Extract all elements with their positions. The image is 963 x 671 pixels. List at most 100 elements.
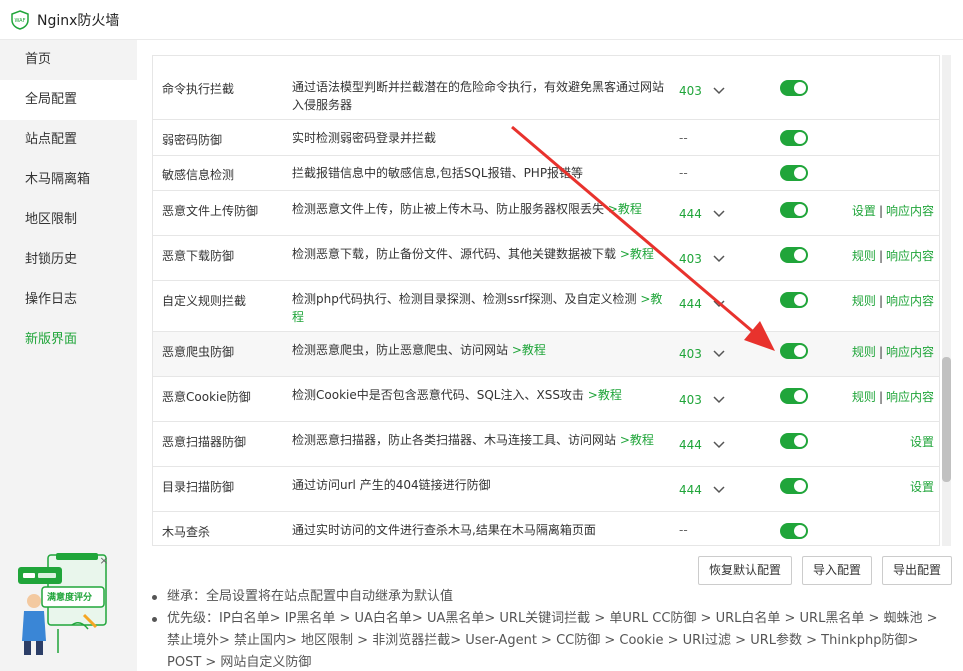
tutorial-link[interactable]: >教程 (608, 202, 642, 216)
rule-toggle[interactable] (780, 202, 808, 218)
rule-toggle[interactable] (780, 292, 808, 308)
response-content-link[interactable]: 响应内容 (886, 204, 934, 218)
rule-description: 检测php代码执行、检测目录探测、检测ssrf探测、及自定义检测 >教程 (292, 292, 663, 324)
table-scrollbar[interactable] (942, 55, 951, 546)
tutorial-link[interactable]: >教程 (620, 433, 654, 447)
sidebar-item-global-config[interactable]: 全局配置 (0, 80, 137, 120)
note-priority: 优先级：IP白名单> IP黑名单 > UA白名单> UA黑名单> URL关键词拦… (150, 608, 950, 671)
sidebar-item-operation-log[interactable]: 操作日志 (0, 280, 137, 320)
rules-link[interactable]: 规则 (852, 390, 876, 404)
table-row: 自定义规则拦截 检测php代码执行、检测目录探测、检测ssrf探测、及自定义检测… (153, 280, 939, 331)
sidebar-item-region-limit[interactable]: 地区限制 (0, 200, 137, 240)
rule-description: 拦截报错信息中的敏感信息,包括SQL报错、PHP报错等 (292, 166, 584, 180)
app-title: Nginx防火墙 (37, 12, 120, 29)
protection-table: 命令执行拦截 通过语法模型判断并拦截潜在的危险命令执行，有效避免黑客通过网站入侵… (152, 55, 940, 546)
table-row: 恶意爬虫防御 检测恶意爬虫，防止恶意爬虫、访问网站 >教程 403 规则 | 响应内… (153, 331, 939, 376)
rule-toggle[interactable] (780, 478, 808, 494)
rule-name: 弱密码防御 (162, 133, 223, 147)
response-content-link[interactable]: 响应内容 (886, 294, 934, 308)
rule-toggle[interactable] (780, 247, 808, 263)
response-code: 444 (679, 438, 702, 452)
feedback-illustration-icon (18, 553, 107, 655)
rule-description: 检测恶意下载，防止备份文件、源代码、其他关键数据被下载 >教程 (292, 247, 654, 261)
rule-description: 通过实时访问的文件进行查杀木马,结果在木马隔离箱页面 (292, 523, 596, 537)
chevron-down-icon[interactable] (712, 252, 726, 266)
tutorial-link[interactable]: >教程 (620, 247, 654, 261)
chevron-down-icon[interactable] (712, 347, 726, 361)
table-row: 恶意Cookie防御 检测Cookie中是否包含恶意代码、SQL注入、XSS攻击… (153, 376, 939, 421)
chevron-down-icon[interactable] (712, 207, 726, 221)
row-actions: 规则 | 响应内容 (851, 249, 934, 263)
rule-name: 命令执行拦截 (162, 82, 235, 96)
rule-toggle[interactable] (780, 80, 808, 96)
response-content-link[interactable]: 响应内容 (886, 249, 934, 263)
rule-name: 恶意下载防御 (162, 249, 235, 263)
rule-description: 通过访问url 产生的404链接进行防御 (292, 478, 491, 492)
note-inherit: 继承：全局设置将在站点配置中自动继承为默认值 (150, 586, 950, 608)
import-config-button[interactable]: 导入配置 (802, 556, 872, 585)
rule-description: 检测恶意扫描器，防止各类扫描器、木马连接工具、访问网站 >教程 (292, 433, 654, 447)
chevron-down-icon[interactable] (712, 297, 726, 311)
sidebar-item-new-ui[interactable]: 新版界面 (0, 320, 137, 360)
row-actions: 设置 (910, 478, 934, 495)
main-panel: 命令执行拦截 通过语法模型判断并拦截潜在的危险命令执行，有效避免黑客通过网站入侵… (137, 40, 963, 671)
rule-description: 检测恶意文件上传，防止被上传木马、防止服务器权限丢失 >教程 (292, 202, 642, 216)
rule-toggle[interactable] (780, 343, 808, 359)
sidebar-item-home[interactable]: 首页 (0, 40, 137, 80)
rule-toggle[interactable] (780, 165, 808, 181)
notes-list: 继承：全局设置将在站点配置中自动继承为默认值 优先级：IP白名单> IP黑名单 … (150, 586, 950, 671)
rules-link[interactable]: 规则 (852, 294, 876, 308)
settings-link[interactable]: 设置 (910, 480, 934, 494)
chevron-down-icon[interactable] (712, 483, 726, 497)
row-actions: 规则 | 响应内容 (851, 390, 934, 404)
rule-name: 自定义规则拦截 (162, 294, 247, 308)
tutorial-link[interactable]: >教程 (588, 388, 622, 402)
sidebar-item-block-history[interactable]: 封锁历史 (0, 240, 137, 280)
rule-toggle[interactable] (780, 523, 808, 539)
rule-name: 恶意扫描器防御 (162, 435, 247, 449)
rules-link[interactable]: 规则 (852, 345, 876, 359)
table-row: 命令执行拦截 通过语法模型判断并拦截潜在的危险命令执行，有效避免黑客通过网站入侵… (153, 55, 939, 119)
export-config-button[interactable]: 导出配置 (882, 556, 952, 585)
settings-link[interactable]: 设置 (852, 204, 876, 218)
row-actions: 规则 | 响应内容 (851, 294, 934, 308)
row-actions: 规则 | 响应内容 (851, 345, 934, 359)
response-code: 403 (679, 84, 702, 98)
rule-toggle[interactable] (780, 388, 808, 404)
table-row: 恶意扫描器防御 检测恶意扫描器，防止各类扫描器、木马连接工具、访问网站 >教程 … (153, 421, 939, 466)
rule-name: 恶意Cookie防御 (162, 390, 251, 404)
response-code: 444 (679, 297, 702, 311)
rule-toggle[interactable] (780, 433, 808, 449)
row-actions: 设置 (910, 433, 934, 450)
rule-name: 敏感信息检测 (162, 168, 235, 182)
feedback-widget[interactable]: 满意度评分 × (12, 553, 112, 658)
close-icon[interactable]: × (98, 555, 110, 567)
sidebar-item-trojan-quarantine[interactable]: 木马隔离箱 (0, 160, 137, 200)
rule-description: 实时检测弱密码登录并拦截 (292, 131, 437, 145)
response-content-link[interactable]: 响应内容 (886, 345, 934, 359)
rule-description: 检测Cookie中是否包含恶意代码、SQL注入、XSS攻击 >教程 (292, 388, 622, 402)
rule-description: 通过语法模型判断并拦截潜在的危险命令执行，有效避免黑客通过网站入侵服务器 (292, 80, 665, 112)
feedback-label: 满意度评分 (47, 593, 93, 603)
restore-default-button[interactable]: 恢复默认配置 (698, 556, 792, 585)
row-actions: 设置 | 响应内容 (851, 204, 934, 218)
chevron-down-icon[interactable] (712, 84, 726, 98)
table-row: 敏感信息检测 拦截报错信息中的敏感信息,包括SQL报错、PHP报错等 -- (153, 155, 939, 190)
title-bar: WAF Nginx防火墙 (0, 0, 963, 40)
response-code: -- (679, 166, 688, 180)
response-content-link[interactable]: 响应内容 (886, 390, 934, 404)
response-code: 403 (679, 252, 702, 266)
rule-name: 目录扫描防御 (162, 480, 235, 494)
waf-logo-icon: WAF (11, 9, 29, 30)
settings-link[interactable]: 设置 (910, 435, 934, 449)
rule-name: 木马查杀 (162, 525, 211, 539)
chevron-down-icon[interactable] (712, 438, 726, 452)
tutorial-link[interactable]: >教程 (512, 343, 546, 357)
table-row: 恶意下载防御 检测恶意下载，防止备份文件、源代码、其他关键数据被下载 >教程 4… (153, 235, 939, 280)
chevron-down-icon[interactable] (712, 393, 726, 407)
table-row: 木马查杀 通过实时访问的文件进行查杀木马,结果在木马隔离箱页面 -- (153, 511, 939, 545)
rules-link[interactable]: 规则 (852, 249, 876, 263)
rule-toggle[interactable] (780, 130, 808, 146)
sidebar-item-site-config[interactable]: 站点配置 (0, 120, 137, 160)
scrollbar-thumb[interactable] (942, 357, 951, 482)
